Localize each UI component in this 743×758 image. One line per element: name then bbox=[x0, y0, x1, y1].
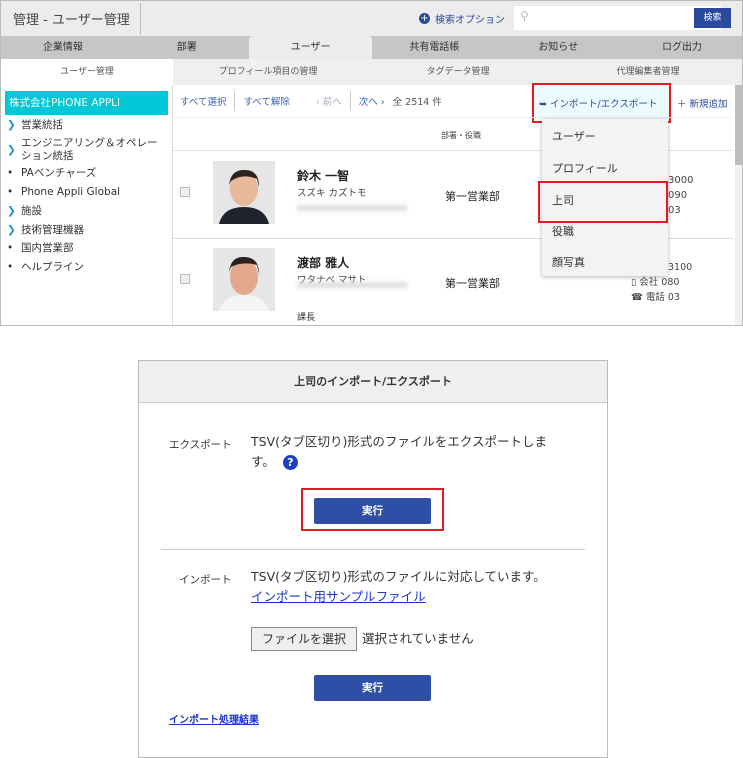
user-title: 課長 bbox=[297, 313, 316, 323]
user-kana: スズキ カズトモ bbox=[297, 188, 367, 199]
tab-department[interactable]: 部署 bbox=[125, 36, 249, 59]
department-tree: 株式会社PHONE APPLI ❯ 営業統括 ❯ エンジニアリング＆オペレーション統… bbox=[1, 85, 173, 325]
import-result-link[interactable]: インポート処理結果 bbox=[169, 711, 259, 726]
search-options-link[interactable]: + 検索オプション bbox=[419, 11, 505, 26]
bullet-icon: • bbox=[7, 261, 14, 273]
subtab-tag-data[interactable]: タグデータ管理 bbox=[363, 59, 553, 85]
tree-item[interactable]: ❯ 施設 bbox=[7, 205, 42, 218]
tree-item[interactable]: • 国内営業部 bbox=[7, 242, 74, 255]
user-name[interactable]: 鈴木 一智 bbox=[297, 167, 349, 184]
help-icon[interactable]: ? bbox=[282, 455, 298, 470]
menu-item-profile[interactable]: プロフィール bbox=[552, 160, 618, 176]
tab-notices[interactable]: お知らせ bbox=[496, 36, 620, 59]
tab-log-output[interactable]: ログ出力 bbox=[620, 36, 742, 59]
breadcrumb: 管理 - ユーザー管理 bbox=[13, 13, 130, 28]
user-name[interactable]: 渡部 雅人 bbox=[297, 254, 349, 271]
total-count: 全 2514 件 bbox=[392, 97, 442, 108]
subtab-proxy-editors[interactable]: 代理編集者管理 bbox=[553, 59, 742, 85]
chevron-right-icon: ❯ bbox=[7, 224, 16, 236]
file-status: 選択されていません bbox=[362, 631, 474, 646]
prev-button[interactable]: ‹ 前へ bbox=[316, 94, 342, 108]
dialog-title: 上司のインポート/エクスポート bbox=[139, 361, 607, 403]
bullet-icon: • bbox=[7, 167, 14, 179]
bullet-icon: • bbox=[7, 186, 14, 198]
plus-circle-icon: + bbox=[419, 13, 430, 24]
row-checkbox[interactable] bbox=[180, 274, 190, 284]
user-photo bbox=[213, 248, 275, 311]
tree-item[interactable]: • PAベンチャーズ bbox=[7, 167, 96, 180]
chevron-right-icon: ❯ bbox=[7, 119, 16, 131]
tab-shared-phonebook[interactable]: 共有電話帳 bbox=[372, 36, 496, 59]
sample-file-link[interactable]: インポート用サンプルファイル bbox=[251, 587, 426, 607]
chevron-right-icon: ❯ bbox=[7, 205, 16, 217]
breadcrumb-chevron bbox=[125, 3, 141, 35]
main-tabs: 企業情報 部署 ユーザー 共有電話帳 お知らせ ログ出力 bbox=[1, 36, 742, 59]
import-export-dialog: 上司のインポート/エクスポート エクスポート TSV(タブ区切り)形式のファイル… bbox=[138, 360, 608, 758]
tree-item[interactable]: • ヘルプライン bbox=[7, 261, 84, 274]
tree-item[interactable]: ❯ エンジニアリング＆オペレーション統括 bbox=[7, 137, 167, 163]
user-photo bbox=[213, 161, 275, 224]
export-label: エクスポート bbox=[169, 439, 232, 451]
highlight-box bbox=[538, 181, 668, 223]
bullet-icon: • bbox=[7, 242, 14, 254]
chevron-right-icon: ❯ bbox=[7, 144, 16, 156]
import-label: インポート bbox=[179, 574, 232, 586]
user-management-screen: 管理 - ユーザー管理 + 検索オプション ⚲ 検索 企業情報 部署 ユーザー 共… bbox=[0, 0, 743, 326]
menu-item-position[interactable]: 役職 bbox=[552, 223, 574, 239]
tab-users[interactable]: ユーザー bbox=[248, 36, 373, 59]
header: 管理 - ユーザー管理 + 検索オプション ⚲ 検索 bbox=[1, 1, 742, 36]
add-new-button[interactable]: ＋ 新規追加 bbox=[677, 96, 728, 110]
import-run-button[interactable]: 実行 bbox=[314, 675, 431, 701]
tab-company[interactable]: 企業情報 bbox=[1, 36, 125, 59]
subtab-user-management[interactable]: ユーザー管理 bbox=[1, 59, 173, 85]
user-dept: 第一営業部 bbox=[445, 277, 500, 290]
tree-item-selected[interactable]: 株式会社PHONE APPLI bbox=[5, 91, 168, 115]
divider bbox=[161, 549, 585, 550]
row-checkbox[interactable] bbox=[180, 187, 190, 197]
next-button[interactable]: 次へ › bbox=[359, 94, 385, 108]
sub-tabs: ユーザー管理 プロフィール項目の管理 タグデータ管理 代理編集者管理 bbox=[1, 59, 742, 85]
highlight-box bbox=[301, 488, 444, 531]
menu-item-users[interactable]: ユーザー bbox=[552, 128, 596, 144]
select-all-button[interactable]: すべて選択 bbox=[180, 94, 226, 108]
search-button[interactable]: 検索 bbox=[694, 8, 731, 28]
export-description: TSV(タブ区切り)形式のファイルをエクスポートします。? bbox=[251, 434, 548, 470]
email-redacted bbox=[297, 282, 407, 288]
email-redacted bbox=[297, 205, 407, 211]
import-description: TSV(タブ区切り)形式のファイルに対応しています。 bbox=[251, 569, 546, 584]
subtab-profile-items[interactable]: プロフィール項目の管理 bbox=[173, 59, 363, 85]
tree-item[interactable]: ❯ 営業統括 bbox=[7, 119, 63, 132]
user-dept: 第一営業部 bbox=[445, 190, 500, 203]
tree-item[interactable]: • Phone Appli Global bbox=[7, 186, 120, 199]
scrollbar[interactable] bbox=[735, 85, 742, 325]
tree-item[interactable]: ❯ 技術管理機器 bbox=[7, 224, 84, 237]
menu-item-photo[interactable]: 顔写真 bbox=[552, 254, 585, 270]
search-icon: ⚲ bbox=[520, 9, 529, 23]
search-input[interactable]: ⚲ bbox=[514, 6, 721, 30]
deselect-all-button[interactable]: すべて解除 bbox=[243, 94, 289, 108]
user-phones: 3000 090 03 bbox=[668, 175, 694, 216]
choose-file-button[interactable]: ファイルを選択 bbox=[251, 627, 357, 651]
